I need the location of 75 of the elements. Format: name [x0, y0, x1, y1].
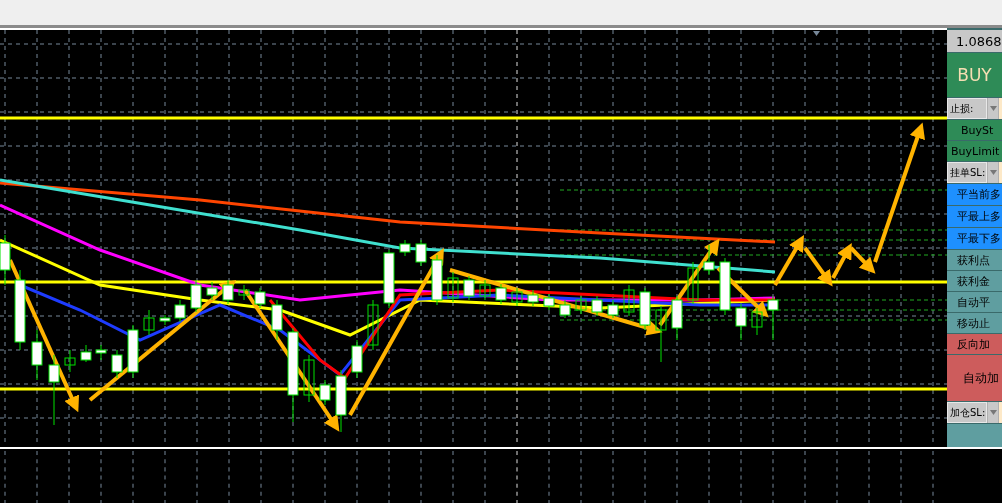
candlestick	[495, 283, 507, 305]
candlestick	[238, 284, 250, 301]
candlestick	[80, 344, 92, 363]
marker-icon	[813, 31, 820, 36]
candlestick	[111, 349, 123, 379]
action-button[interactable]: 平最下多	[947, 228, 1002, 249]
candlestick	[335, 369, 347, 433]
candlestick	[719, 257, 731, 316]
candlestick	[48, 354, 60, 426]
candlestick	[319, 379, 331, 406]
dropdown-label[interactable]: 止损:	[947, 98, 987, 119]
candlestick	[383, 249, 395, 309]
candlestick	[671, 295, 683, 341]
arrow	[803, 246, 833, 287]
action-button[interactable]: BuyLimit	[947, 141, 1002, 161]
action-button[interactable]: 自动加	[947, 355, 1002, 401]
candlestick	[591, 295, 603, 317]
action-button[interactable]: 平当前多	[947, 184, 1002, 205]
candlestick	[127, 324, 139, 379]
candlestick	[479, 279, 491, 301]
dropdown-label[interactable]: 加仓SL:	[947, 402, 987, 423]
action-button[interactable]: 反向加	[947, 334, 1002, 354]
candlestick	[431, 254, 443, 306]
candlestick	[607, 299, 619, 319]
candlestick	[703, 244, 715, 276]
dropdown-arrow-button[interactable]	[988, 162, 998, 183]
price-label: 1.0868	[947, 30, 1002, 52]
caret-icon	[989, 106, 997, 111]
candlestick	[159, 314, 171, 326]
candlestick	[415, 239, 427, 267]
action-button[interactable]: 移动止	[947, 313, 1002, 333]
candlestick	[527, 289, 539, 307]
candlestick	[0, 234, 11, 286]
caret-icon	[989, 410, 997, 415]
candlestick	[687, 261, 699, 305]
candlestick	[543, 293, 555, 311]
candlestick	[143, 309, 155, 336]
input-field[interactable]	[999, 402, 1002, 423]
candlestick	[767, 295, 779, 341]
action-button[interactable]: 平最上多	[947, 206, 1002, 227]
candlestick	[735, 303, 747, 341]
candlestick	[222, 279, 234, 305]
caret-icon	[989, 170, 997, 175]
candlestick	[623, 284, 635, 317]
candlestick	[206, 281, 218, 301]
dropdown-arrow-button[interactable]	[988, 98, 998, 119]
candlestick	[174, 299, 186, 323]
candlestick	[639, 287, 651, 331]
input-field[interactable]	[999, 162, 1002, 183]
candlestick	[463, 275, 475, 301]
candlestick	[95, 344, 107, 361]
candlestick	[303, 354, 315, 403]
arrow	[831, 242, 852, 279]
dropdown-label[interactable]: 挂单SL:	[947, 162, 987, 183]
candlestick	[271, 299, 283, 341]
action-button[interactable]: BuySt	[947, 120, 1002, 140]
candlestick	[399, 239, 411, 257]
candlestick	[64, 349, 76, 373]
candlestick	[254, 287, 266, 309]
candlestick	[655, 305, 667, 363]
candlestick	[559, 299, 571, 319]
candlestick	[367, 299, 379, 351]
candlestick	[575, 295, 587, 315]
candlestick	[31, 329, 43, 381]
action-button[interactable]: 获利点	[947, 250, 1002, 270]
candlestick	[190, 279, 202, 313]
candlestick	[447, 271, 459, 303]
dropdown-arrow-button[interactable]	[988, 402, 998, 423]
action-button[interactable]: 获利金	[947, 271, 1002, 291]
arrow	[773, 235, 804, 286]
candlestick	[511, 287, 523, 307]
action-button[interactable]: 自动平	[947, 292, 1002, 312]
input-field[interactable]	[999, 98, 1002, 119]
candlestick	[751, 307, 763, 336]
candlestick	[351, 339, 363, 379]
